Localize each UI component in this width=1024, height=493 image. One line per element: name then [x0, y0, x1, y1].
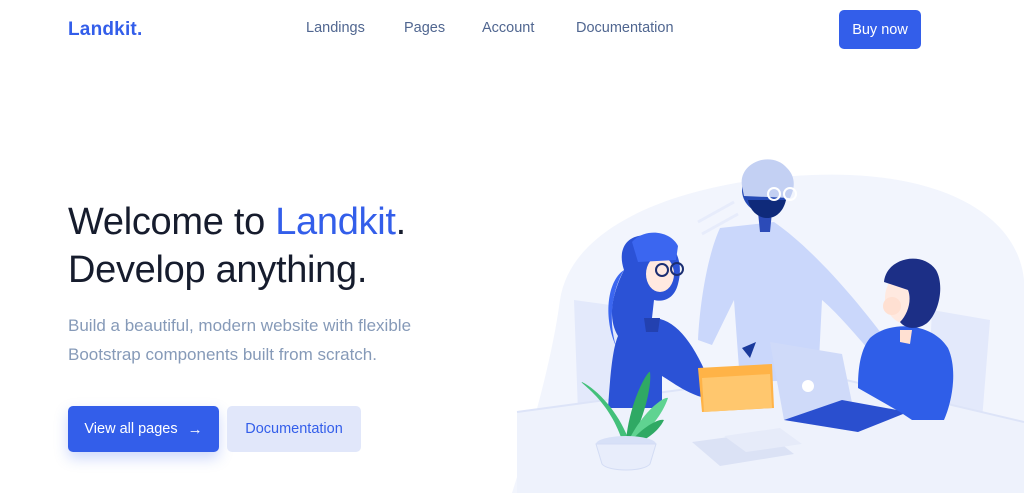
- hero-title-prefix: Welcome to: [68, 201, 276, 243]
- nav-item-account[interactable]: Account: [482, 20, 534, 36]
- hero-title-accent: Landkit: [275, 201, 396, 243]
- hero-title-line2: Develop anything.: [68, 249, 368, 291]
- hero-title: Welcome to Landkit. Develop anything.: [68, 198, 406, 294]
- view-all-pages-label: View all pages: [84, 421, 178, 437]
- nav-item-documentation[interactable]: Documentation: [576, 20, 674, 36]
- hero-subtitle: Build a beautiful, modern website with f…: [68, 316, 412, 364]
- top-navbar: Landkit. Landings Pages Account Document…: [0, 0, 1024, 58]
- hero-illustration: [512, 159, 1024, 493]
- documentation-button[interactable]: Documentation: [227, 406, 361, 452]
- hero-title-suffix: .: [395, 201, 407, 243]
- view-all-pages-button[interactable]: View all pages →: [68, 406, 219, 452]
- arrow-right-icon: →: [187, 420, 203, 438]
- nav-item-landings[interactable]: Landings: [306, 20, 365, 36]
- nav-item-pages[interactable]: Pages: [404, 20, 445, 36]
- buy-now-button[interactable]: Buy now: [839, 10, 921, 49]
